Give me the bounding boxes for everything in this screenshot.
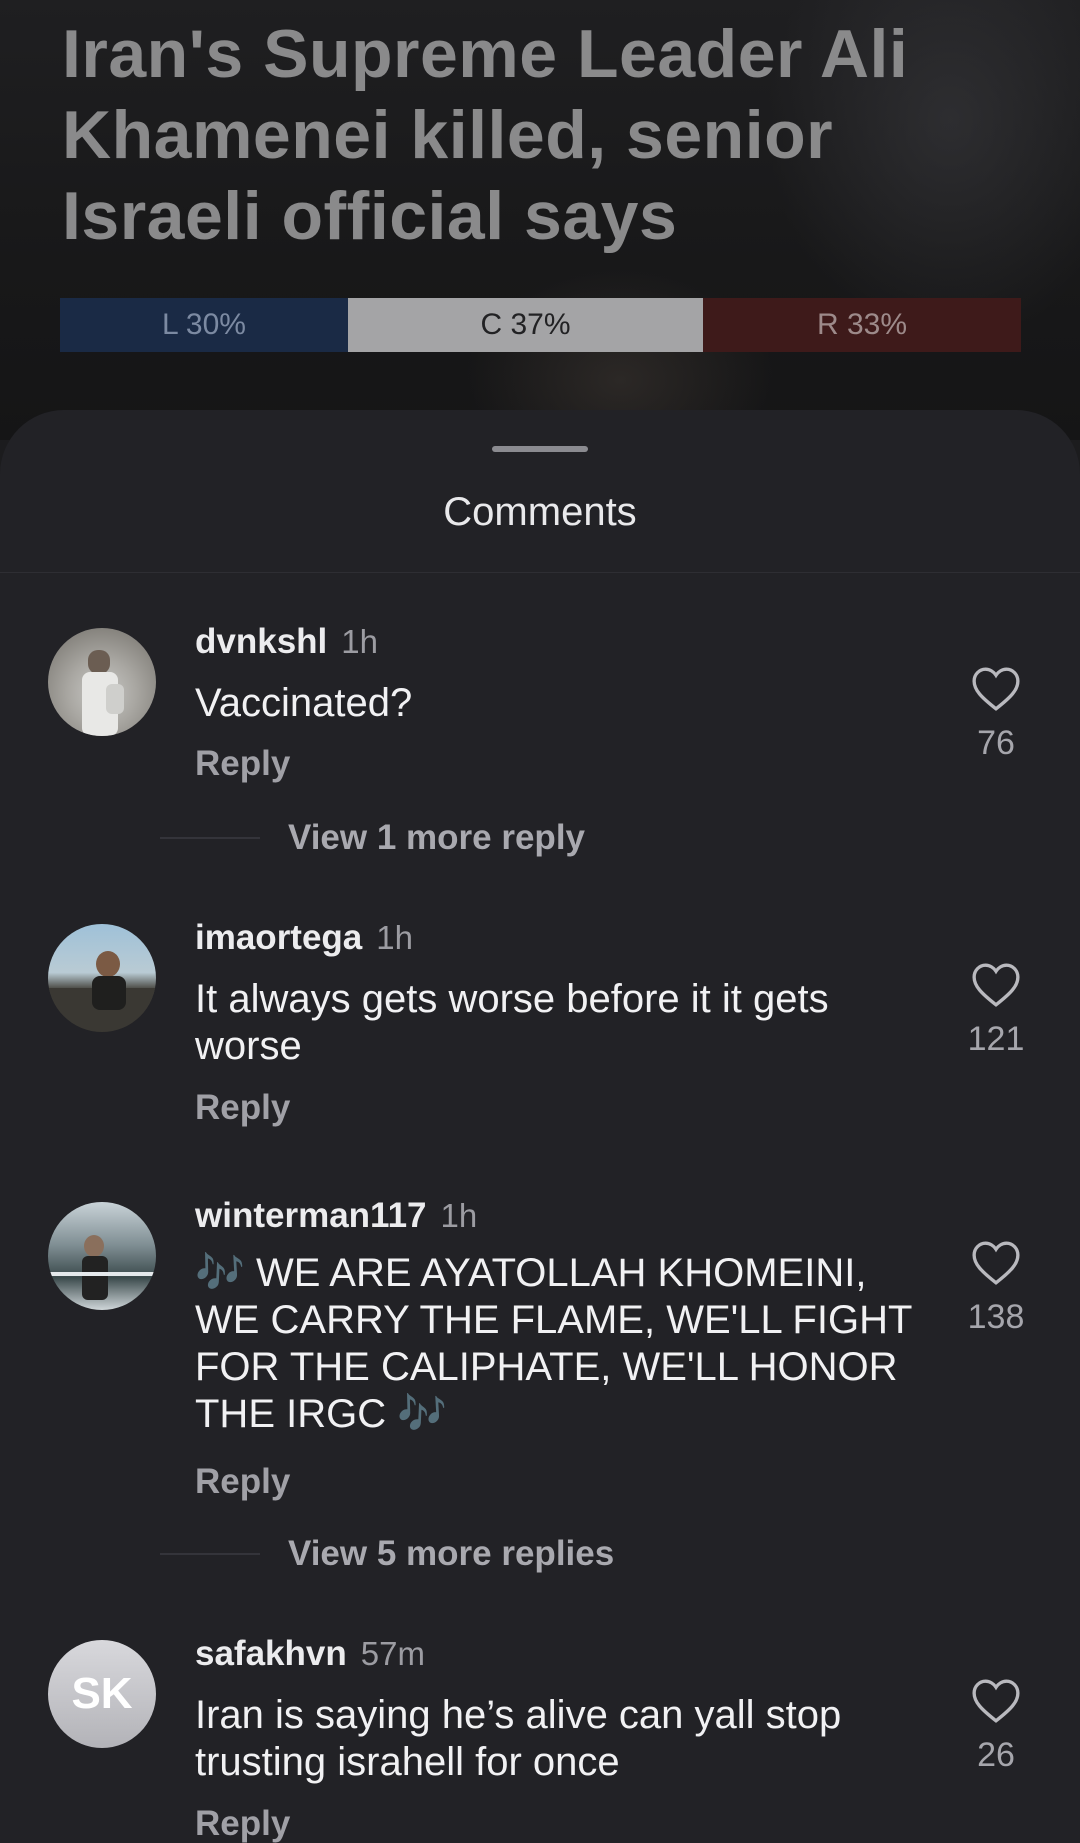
comment-timestamp: 1h xyxy=(376,919,413,956)
comment-text: 🎶 WE ARE AYATOLLAH KHOMEINI, WE CARRY TH… xyxy=(195,1250,935,1438)
reply-button[interactable]: Reply xyxy=(195,1088,290,1128)
like-button[interactable]: 138 xyxy=(950,1240,1042,1337)
comment-username[interactable]: safakhvn xyxy=(195,1634,347,1674)
musical-notes-emoji: 🎶 xyxy=(195,1251,245,1295)
thread-line xyxy=(160,837,260,839)
bias-left-segment: L 30% xyxy=(60,298,348,352)
avatar[interactable] xyxy=(48,628,156,736)
comment-timestamp: 1h xyxy=(440,1197,478,1234)
article-background: Iran's Supreme Leader Ali Khamenei kille… xyxy=(0,0,1080,440)
view-more-replies-label: View 5 more replies xyxy=(288,1534,615,1573)
drag-handle-icon[interactable] xyxy=(492,446,588,452)
sheet-title: Comments xyxy=(443,490,637,534)
avatar[interactable] xyxy=(48,1202,156,1310)
reply-button[interactable]: Reply xyxy=(195,1462,290,1502)
comment-timestamp: 57m xyxy=(360,1635,425,1672)
musical-notes-emoji: 🎶 xyxy=(397,1392,448,1436)
avatar[interactable]: SK xyxy=(48,1640,156,1748)
comment-text: Iran is saying he’s alive can yall stop … xyxy=(195,1693,842,1784)
article-headline: Iran's Supreme Leader Ali Khamenei kille… xyxy=(62,16,909,254)
comment-text: It always gets worse before it it gets w… xyxy=(195,977,829,1068)
bias-right-segment: R 33% xyxy=(703,298,1021,352)
comment-text: Vaccinated? xyxy=(195,681,413,725)
thread-line xyxy=(160,1553,260,1555)
avatar[interactable] xyxy=(48,924,156,1032)
view-more-replies[interactable]: View 5 more replies xyxy=(160,1534,614,1574)
screen: Iran's Supreme Leader Ali Khamenei kille… xyxy=(0,0,1080,1843)
heart-outline-icon xyxy=(972,963,1020,1007)
like-button[interactable]: 121 xyxy=(950,962,1042,1059)
comment-username[interactable]: imaortega xyxy=(195,918,362,958)
sheet-divider xyxy=(0,572,1080,573)
like-count: 121 xyxy=(967,1020,1025,1058)
comment-username[interactable]: winterman117 xyxy=(195,1196,427,1236)
comment-username[interactable]: dvnkshl xyxy=(195,622,327,662)
view-more-replies-label: View 1 more reply xyxy=(288,818,586,857)
like-button[interactable]: 76 xyxy=(950,666,1042,763)
comments-sheet: Comments dvnkshl 1h Vaccinated? Reply 76… xyxy=(0,410,1080,1843)
heart-outline-icon xyxy=(972,667,1020,711)
heart-outline-icon xyxy=(972,1241,1020,1285)
like-count: 138 xyxy=(967,1298,1025,1336)
like-button[interactable]: 26 xyxy=(950,1678,1042,1775)
bias-center-segment: C 37% xyxy=(348,298,703,352)
like-count: 76 xyxy=(977,724,1015,762)
view-more-replies[interactable]: View 1 more reply xyxy=(160,818,585,858)
bias-distribution-bar[interactable]: L 30% C 37% R 33% xyxy=(60,298,1021,352)
comment-text-body: WE ARE AYATOLLAH KHOMEINI, WE CARRY THE … xyxy=(195,1251,912,1436)
reply-button[interactable]: Reply xyxy=(195,744,290,784)
like-count: 26 xyxy=(977,1736,1015,1774)
comment-timestamp: 1h xyxy=(341,623,378,660)
reply-button[interactable]: Reply xyxy=(195,1804,290,1843)
heart-outline-icon xyxy=(972,1679,1020,1723)
